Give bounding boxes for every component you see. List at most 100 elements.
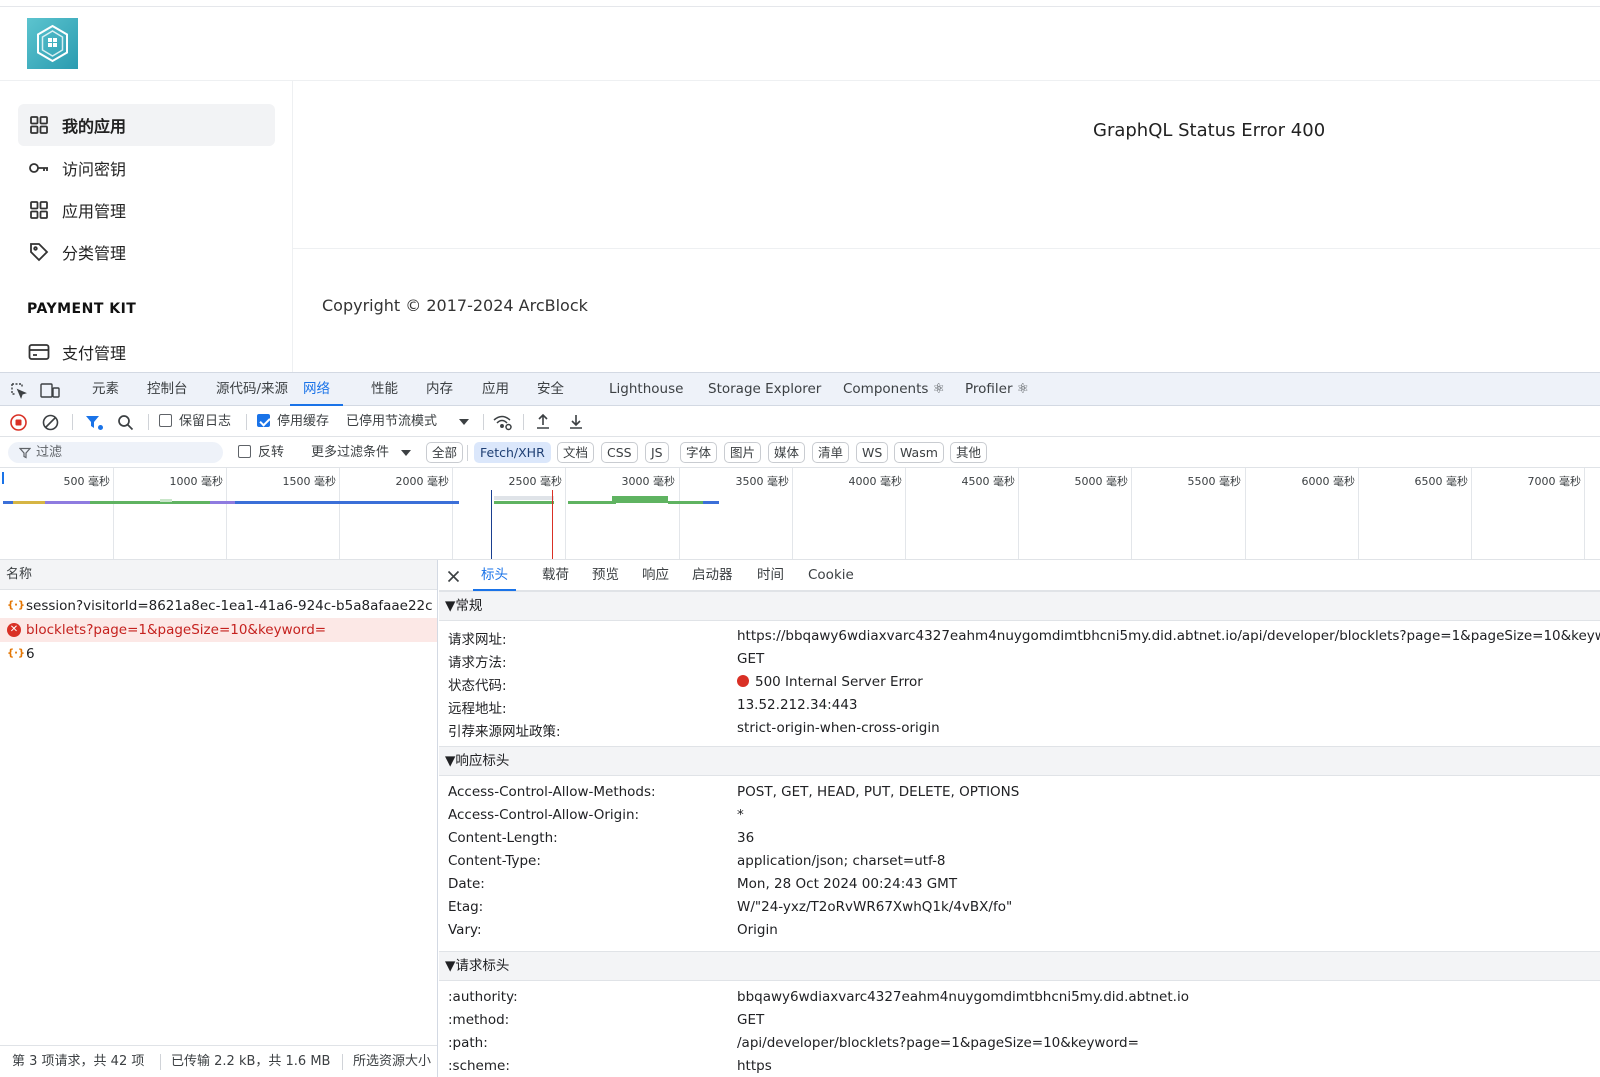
filter-placeholder: 过滤 [36, 445, 63, 460]
type-filter-wasm[interactable]: Wasm [894, 442, 944, 463]
tab-network[interactable]: 网络 [290, 373, 343, 406]
tag-icon [28, 241, 50, 263]
throttling-select[interactable]: 已停用节流模式 [346, 406, 437, 437]
timeline-gridline [339, 468, 340, 559]
tab-components[interactable]: Components ⚛ [843, 373, 945, 406]
inspect-element-icon[interactable] [9, 381, 27, 399]
status-code-text: 500 Internal Server Error [755, 674, 923, 690]
sidebar-item-access-keys[interactable]: 访问密钥 [18, 147, 275, 189]
preserve-log-label: 保留日志 [179, 414, 232, 429]
type-filter-js[interactable]: JS [645, 442, 669, 463]
timeline-bar [235, 501, 459, 504]
type-filter-all[interactable]: 全部 [426, 442, 464, 463]
payment-kit-heading: PAYMENT KIT [27, 301, 137, 317]
chevron-down-icon[interactable] [401, 448, 411, 458]
network-toolbar: 保留日志 停用缓存 已停用节流模式 [0, 406, 1600, 437]
tab-sources[interactable]: 源代码/来源 [216, 373, 288, 406]
tab-elements[interactable]: 元素 [92, 373, 119, 406]
timeline-tick-label: 2500 毫秒 [508, 475, 563, 488]
device-toolbar-icon[interactable] [40, 381, 60, 399]
network-conditions-icon[interactable] [491, 413, 513, 431]
type-filter-other[interactable]: 其他 [950, 442, 988, 463]
request-row[interactable]: {·} session?visitorId=8621a8ec-1ea1-41a6… [0, 594, 437, 618]
network-overview-timeline[interactable]: 500 毫秒 1000 毫秒 1500 毫秒 2000 毫秒 2500 毫秒 3… [0, 468, 1600, 560]
details-tab-headers[interactable]: 标头 [473, 560, 516, 591]
request-name: blocklets?page=1&pageSize=10&keyword= [26, 622, 327, 638]
sidebar-item-my-apps[interactable]: 我的应用 [18, 104, 275, 146]
sidebar-item-label: 支付管理 [62, 344, 127, 363]
more-filters-dropdown[interactable]: 更多过滤条件 [311, 437, 389, 468]
devtools-tabbar: 元素 控制台 源代码/来源 网络 性能 内存 应用 安全 Lighthouse … [0, 372, 1600, 406]
tab-profiler[interactable]: Profiler ⚛ [965, 373, 1029, 406]
clear-icon[interactable] [41, 413, 59, 431]
type-filter-manifest[interactable]: 清单 [812, 442, 850, 463]
sidebar-item-category-management[interactable]: 分类管理 [18, 231, 275, 273]
upload-icon[interactable] [534, 412, 552, 430]
details-tab-response[interactable]: 响应 [642, 560, 669, 591]
request-row[interactable]: ✕ blocklets?page=1&pageSize=10&keyword= [0, 618, 437, 642]
request-details-panel: 标头 载荷 预览 响应 启动器 时间 Cookie ▼常规 请求网址: http… [439, 560, 1600, 1077]
header-key: Vary: [448, 922, 482, 938]
chevron-down-icon[interactable] [459, 417, 469, 427]
details-tab-preview[interactable]: 预览 [592, 560, 619, 591]
tab-application[interactable]: 应用 [482, 373, 509, 406]
filter-icon[interactable] [84, 413, 104, 431]
timeline-bar [160, 499, 172, 502]
disable-cache-checkbox[interactable] [257, 414, 270, 427]
header-key: :scheme: [448, 1058, 510, 1074]
timeline-gridline [113, 468, 114, 559]
top-divider [0, 6, 1600, 7]
request-count: 第 3 项请求，共 42 项 [12, 1054, 145, 1069]
search-icon[interactable] [116, 413, 134, 431]
arcblock-logo[interactable] [27, 18, 78, 69]
header-key: 状态代码: [448, 678, 507, 694]
section-general[interactable]: ▼常规 [439, 591, 1600, 621]
details-tab-cookies[interactable]: Cookie [808, 560, 854, 591]
download-icon[interactable] [567, 412, 585, 430]
timeline-tick-label: 1500 毫秒 [282, 475, 337, 488]
type-filter-doc[interactable]: 文档 [557, 442, 595, 463]
sidebar-item-payments[interactable]: 支付管理 [18, 331, 275, 372]
error-status-dot-icon [737, 675, 749, 687]
disable-cache-label: 停用缓存 [277, 414, 330, 429]
tab-performance[interactable]: 性能 [371, 373, 398, 406]
type-filter-ws[interactable]: WS [856, 442, 889, 463]
timeline-gridline [565, 468, 566, 559]
tab-memory[interactable]: 内存 [426, 373, 453, 406]
toolbar-separator [483, 414, 484, 430]
dom-content-loaded-marker [491, 490, 492, 559]
invert-checkbox[interactable] [238, 445, 251, 458]
app-area: 我的应用 访问密钥 应用管理 分类管理 PAYMENT KIT 支付管理 Gra… [0, 0, 1600, 372]
column-header-name[interactable]: 名称 [0, 560, 437, 590]
details-tab-payload[interactable]: 载荷 [542, 560, 569, 591]
request-name: 6 [26, 646, 35, 662]
preserve-log-checkbox[interactable] [159, 414, 172, 427]
stop-recording-icon[interactable] [9, 413, 27, 431]
section-response-headers[interactable]: ▼响应标头 [439, 746, 1600, 776]
header-key: Access-Control-Allow-Methods: [448, 784, 656, 800]
details-tab-initiator[interactable]: 启动器 [692, 560, 733, 591]
tab-lighthouse[interactable]: Lighthouse [609, 373, 683, 406]
tab-storage-explorer[interactable]: Storage Explorer [708, 373, 821, 406]
timeline-bar [568, 501, 616, 504]
close-icon[interactable] [445, 568, 461, 584]
timeline-tick-label: 4500 毫秒 [961, 475, 1016, 488]
header-value: W/"24-yxz/T2oRvWR67XwhQ1k/4vBX/fo" [737, 899, 1013, 915]
type-filter-media[interactable]: 媒体 [768, 442, 806, 463]
tab-console[interactable]: 控制台 [147, 373, 188, 406]
sidebar-item-app-management[interactable]: 应用管理 [18, 189, 275, 231]
type-filter-font[interactable]: 字体 [680, 442, 718, 463]
section-request-headers[interactable]: ▼请求标头 [439, 951, 1600, 981]
timeline-tick-label: 3500 毫秒 [735, 475, 790, 488]
type-filter-css[interactable]: CSS [601, 442, 638, 463]
details-tab-timing[interactable]: 时间 [757, 560, 784, 591]
filter-input[interactable]: 过滤 [8, 442, 223, 463]
tab-security[interactable]: 安全 [537, 373, 564, 406]
type-filter-fetch-xhr[interactable]: Fetch/XHR [474, 442, 551, 463]
type-filter-img[interactable]: 图片 [724, 442, 762, 463]
load-event-marker [552, 490, 553, 559]
toolbar-separator [148, 414, 149, 430]
funnel-icon [19, 446, 31, 459]
header-key: Date: [448, 876, 485, 892]
request-row[interactable]: {·} 6 [0, 642, 437, 666]
